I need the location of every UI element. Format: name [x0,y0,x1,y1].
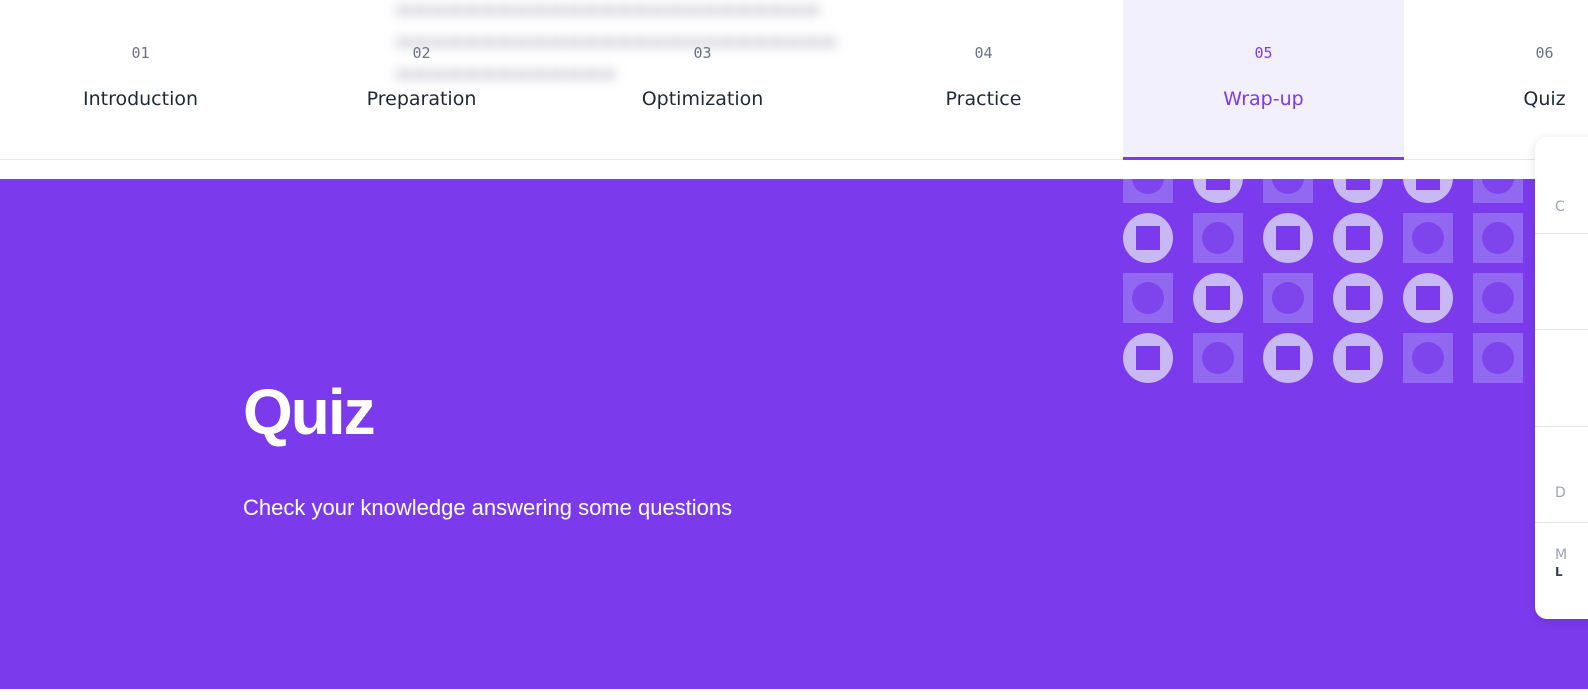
pattern-square-tile [1263,273,1313,323]
step-wrap-up[interactable]: 05 Wrap-up [1123,0,1404,160]
pattern-circle-tile [1333,213,1383,263]
decorative-pattern [1123,179,1523,383]
pattern-circle-tile [1123,213,1173,263]
pattern-square-tile [1193,333,1243,383]
pattern-square-tile [1123,273,1173,323]
step-label: Practice [945,88,1022,110]
pattern-circle-tile [1193,179,1243,203]
step-number: 03 [693,44,712,62]
pattern-circle-tile [1403,179,1453,203]
pattern-square-tile [1473,179,1523,203]
side-panel-fragment: C [1555,199,1565,215]
pattern-square-tile [1473,333,1523,383]
side-panel-fragment: L [1555,565,1563,579]
step-label: Quiz [1523,88,1566,110]
pattern-circle-tile [1263,333,1313,383]
step-number: 06 [1535,44,1554,62]
pattern-square-tile [1473,213,1523,263]
step-label: Wrap-up [1223,88,1304,110]
pattern-square-tile [1473,273,1523,323]
step-number: 01 [131,44,150,62]
pattern-circle-tile [1123,333,1173,383]
quiz-hero-banner: Quiz Check your knowledge answering some… [0,179,1588,689]
pattern-square-tile [1263,179,1313,203]
step-optimization[interactable]: 03 Optimization [562,0,843,160]
step-label: Introduction [82,88,199,110]
step-preparation[interactable]: 02 Preparation [281,0,562,160]
step-number: 02 [412,44,431,62]
hero-subtitle: Check your knowledge answering some ques… [243,495,733,520]
step-label: Preparation [366,88,477,110]
pattern-square-tile [1123,179,1173,203]
pattern-circle-tile [1333,273,1383,323]
pattern-circle-tile [1263,213,1313,263]
step-navigation: 01 Introduction 02 Preparation 03 Optimi… [0,0,1588,160]
step-practice[interactable]: 04 Practice [843,0,1124,160]
pattern-circle-tile [1193,273,1243,323]
step-number: 04 [974,44,993,62]
step-introduction[interactable]: 01 Introduction [0,0,281,160]
pattern-square-tile [1403,213,1453,263]
pattern-square-tile [1403,333,1453,383]
step-number: 05 [1254,44,1273,62]
hero-title: Quiz [243,376,376,448]
side-panel-fragment: M [1555,547,1568,563]
pattern-square-tile [1193,213,1243,263]
step-quiz[interactable]: 06 Quiz [1404,0,1588,160]
step-label: Optimization [641,88,764,110]
side-panel-fragment: D [1555,485,1566,501]
pattern-circle-tile [1333,179,1383,203]
pattern-circle-tile [1333,333,1383,383]
side-panel[interactable]: C D M L [1535,137,1588,619]
pattern-circle-tile [1403,273,1453,323]
